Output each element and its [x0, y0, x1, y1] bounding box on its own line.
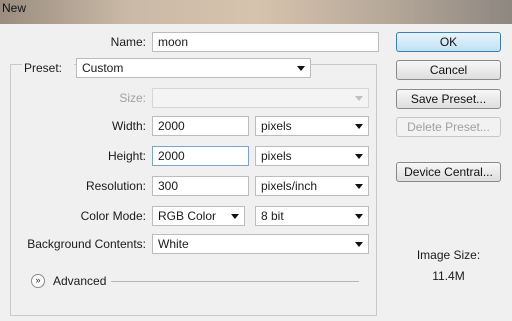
preset-select[interactable]: Custom — [76, 58, 311, 78]
title-bar: New — [0, 0, 512, 24]
background-contents-label: Background Contents: — [27, 237, 146, 251]
size-label: Size: — [119, 91, 146, 105]
delete-preset-button: Delete Preset... — [396, 117, 501, 137]
chevron-down-icon — [355, 184, 363, 189]
image-size-value: 11.4M — [432, 269, 465, 283]
name-label: Name: — [110, 35, 146, 49]
background-contents-value: White — [158, 237, 189, 251]
preset-select-value: Custom — [82, 61, 124, 75]
height-unit-select[interactable]: pixels — [255, 146, 369, 166]
name-input[interactable]: moon — [152, 32, 379, 52]
width-unit-value: pixels — [261, 119, 292, 133]
color-mode-value: RGB Color — [158, 209, 217, 223]
save-preset-button[interactable]: Save Preset... — [396, 89, 501, 109]
height-unit-value: pixels — [261, 149, 292, 163]
advanced-label[interactable]: Advanced — [53, 271, 106, 291]
bit-depth-value: 8 bit — [261, 209, 284, 223]
resolution-input[interactable]: 300 — [152, 176, 249, 196]
preset-label: Preset: — [22, 58, 74, 78]
width-input[interactable]: 2000 — [152, 116, 249, 136]
chevron-double-down-icon[interactable]: » — [31, 274, 45, 288]
size-select — [152, 88, 369, 108]
cancel-button[interactable]: Cancel — [396, 60, 501, 80]
height-label: Height: — [107, 149, 146, 163]
height-input[interactable]: 2000 — [152, 146, 249, 166]
color-mode-select[interactable]: RGB Color — [152, 206, 245, 226]
chevron-down-icon — [231, 214, 239, 219]
resolution-label: Resolution: — [85, 179, 146, 193]
window-title: New — [2, 1, 27, 15]
bit-depth-select[interactable]: 8 bit — [255, 206, 369, 226]
image-size-label: Image Size: — [416, 248, 481, 262]
chevron-down-icon — [355, 96, 363, 101]
width-unit-select[interactable]: pixels — [255, 116, 369, 136]
chevron-down-icon — [297, 66, 305, 71]
background-contents-select[interactable]: White — [152, 234, 369, 254]
resolution-unit-select[interactable]: pixels/inch — [255, 176, 369, 196]
width-label: Width: — [111, 119, 146, 133]
chevron-down-icon — [355, 154, 363, 159]
color-mode-label: Color Mode: — [80, 209, 146, 223]
device-central-button[interactable]: Device Central... — [396, 162, 501, 182]
chevron-down-icon — [355, 242, 363, 247]
chevron-down-icon — [355, 124, 363, 129]
resolution-unit-value: pixels/inch — [261, 179, 318, 193]
chevron-down-icon — [355, 214, 363, 219]
new-document-dialog: Name: moon Preset: Custom Size: Width: 2… — [0, 24, 512, 321]
advanced-divider — [111, 281, 359, 282]
ok-button[interactable]: OK — [396, 32, 501, 52]
